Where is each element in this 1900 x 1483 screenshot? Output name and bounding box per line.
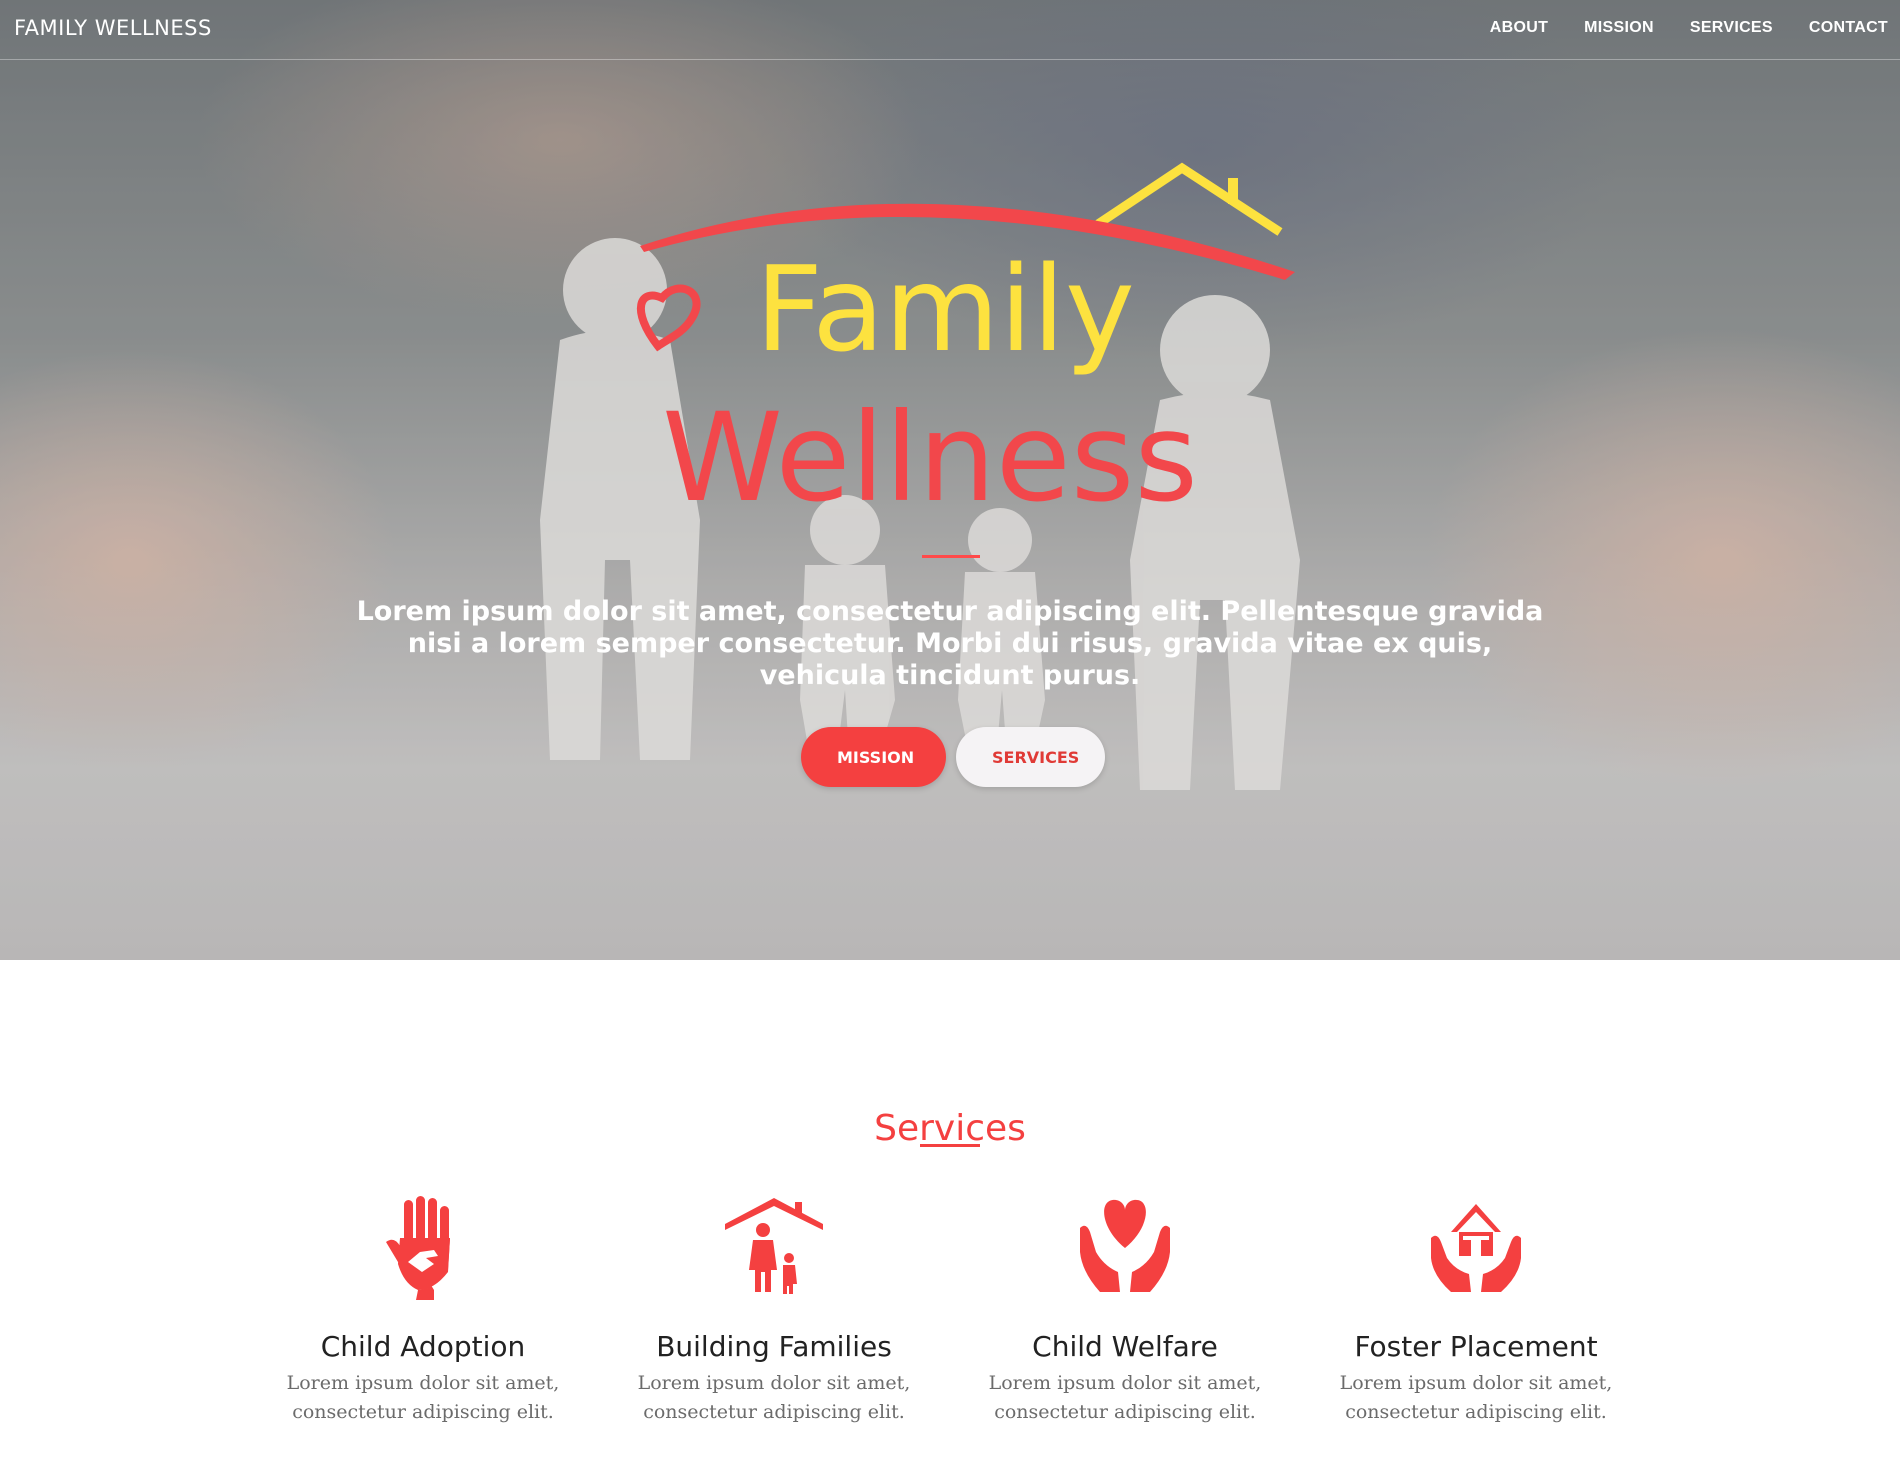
house-roof-mother-child-icon — [725, 1198, 823, 1294]
service-building-families[interactable]: Building Families Lorem ipsum dolor sit … — [609, 1192, 939, 1427]
service-title: Child Welfare — [1032, 1330, 1218, 1363]
service-title: Building Families — [656, 1330, 892, 1363]
hero-divider — [922, 555, 980, 558]
nav-about[interactable]: ABOUT — [1490, 19, 1548, 37]
service-description: Lorem ipsum dolor sit amet, consectetur … — [1339, 1372, 1613, 1423]
service-description: Lorem ipsum dolor sit amet, consectetur … — [988, 1372, 1262, 1423]
logo-roof-icon — [1095, 162, 1283, 236]
service-description: Lorem ipsum dolor sit amet, consectetur … — [637, 1372, 911, 1423]
service-title: Foster Placement — [1354, 1330, 1598, 1363]
mission-button[interactable]: MISSION — [801, 727, 946, 787]
logo-wellness-text: Wellness — [662, 387, 1198, 520]
nav-services[interactable]: SERVICES — [1690, 19, 1773, 37]
services-button[interactable]: SERVICES — [956, 727, 1105, 787]
brand-logo-text[interactable]: FAMILY WELLNESS — [14, 16, 212, 40]
service-title: Child Adoption — [320, 1330, 526, 1363]
service-description: Lorem ipsum dolor sit amet, consectetur … — [286, 1372, 560, 1423]
nav-contact[interactable]: CONTACT — [1809, 19, 1888, 37]
main-nav: ABOUT MISSION SERVICES CONTACT — [1490, 19, 1888, 37]
logo-family-text: Family — [755, 240, 1135, 378]
hand-holding-child-hand-icon — [386, 1196, 450, 1300]
hands-holding-house-icon — [1431, 1204, 1521, 1292]
services-divider — [920, 1144, 980, 1147]
family-wellness-logo: Family Wellness — [636, 162, 1295, 520]
hero-tagline: Lorem ipsum dolor sit amet, consectetur … — [356, 596, 1544, 691]
hero-section: FAMILY WELLNESS ABOUT MISSION SERVICES C… — [0, 0, 1900, 960]
service-child-adoption[interactable]: Child Adoption Lorem ipsum dolor sit ame… — [258, 1192, 588, 1427]
services-title: Services — [874, 1107, 1026, 1149]
hands-holding-heart-icon — [1080, 1199, 1170, 1292]
nav-mission[interactable]: MISSION — [1584, 19, 1654, 37]
service-child-welfare[interactable]: Child Welfare Lorem ipsum dolor sit amet… — [960, 1192, 1290, 1427]
hero-buttons: MISSION SERVICES — [801, 727, 1105, 787]
top-navbar: FAMILY WELLNESS ABOUT MISSION SERVICES C… — [0, 0, 1900, 60]
service-foster-placement[interactable]: Foster Placement Lorem ipsum dolor sit a… — [1311, 1192, 1641, 1427]
services-section: Services Child Adoption Lorem ipsum dolo… — [0, 960, 1900, 1483]
logo-heart-icon — [636, 284, 701, 352]
